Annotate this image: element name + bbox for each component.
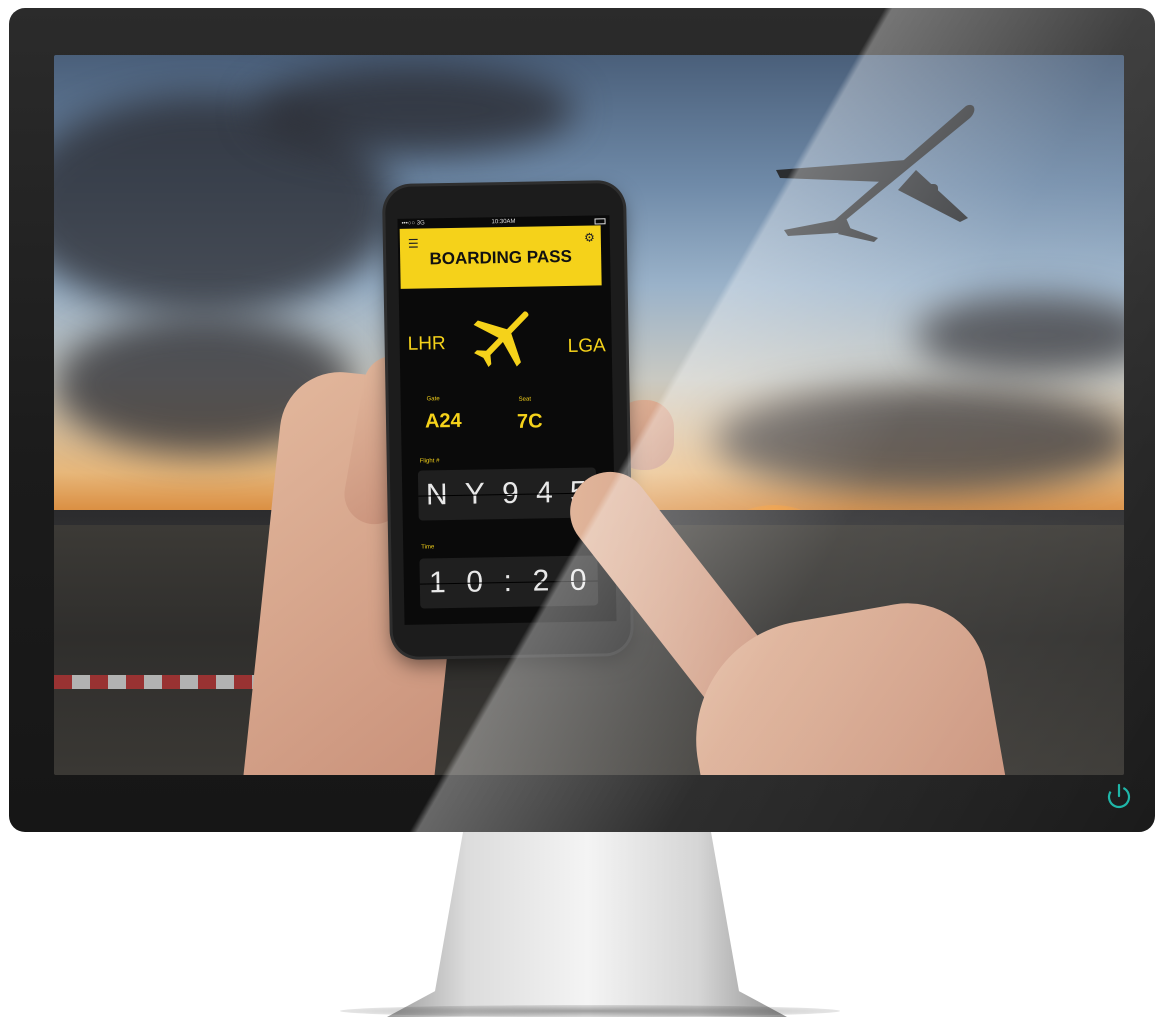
seat-value: 7C — [516, 410, 543, 433]
flight-label: Flight # — [419, 458, 440, 465]
departure-time-board: 1 0 : 2 0 — [419, 555, 599, 609]
destination-airport: LGA — [567, 335, 606, 357]
flip-digit: 0 — [569, 563, 589, 597]
cloud — [914, 295, 1124, 375]
flip-digit: 9 — [501, 476, 522, 511]
flip-digit: 2 — [532, 564, 552, 598]
boarding-pass-header: ☰ ⚙ BOARDING PASS — [399, 225, 602, 289]
smartphone: •••○○ 3G 10:30AM ☰ ⚙ BOARDING PASS LHR L… — [384, 182, 632, 658]
barrier-fence — [54, 675, 264, 689]
flip-digit: : — [503, 564, 515, 599]
cloud — [714, 385, 1124, 495]
airplane-icon — [473, 311, 529, 368]
flip-digit: 1 — [428, 566, 449, 600]
gate-label: Gate — [426, 396, 440, 403]
gear-icon[interactable]: ⚙ — [584, 230, 595, 244]
flip-digit: Y — [464, 477, 488, 511]
cloud — [254, 65, 574, 155]
page-title: BOARDING PASS — [429, 246, 572, 269]
monitor-bezel: •••○○ 3G 10:30AM ☰ ⚙ BOARDING PASS LHR L… — [9, 8, 1155, 832]
flip-digit: N — [425, 478, 450, 512]
monitor-stand — [387, 832, 787, 1017]
seat-label: Seat — [518, 396, 532, 403]
gate-value: A24 — [424, 409, 462, 433]
flip-digit: 4 — [535, 476, 556, 510]
stage: •••○○ 3G 10:30AM ☰ ⚙ BOARDING PASS LHR L… — [0, 0, 1155, 1023]
stand-shadow — [340, 1005, 840, 1017]
power-icon[interactable] — [1106, 783, 1132, 809]
boarding-pass-app: •••○○ 3G 10:30AM ☰ ⚙ BOARDING PASS LHR L… — [397, 215, 617, 625]
flip-digit: 0 — [466, 565, 486, 599]
monitor-screen: •••○○ 3G 10:30AM ☰ ⚙ BOARDING PASS LHR L… — [54, 55, 1124, 775]
origin-airport: LHR — [407, 333, 446, 355]
airplane-photo-icon — [776, 104, 975, 242]
time-label: Time — [421, 544, 435, 551]
route: LHR LGA — [399, 295, 613, 389]
battery-icon — [594, 218, 606, 225]
